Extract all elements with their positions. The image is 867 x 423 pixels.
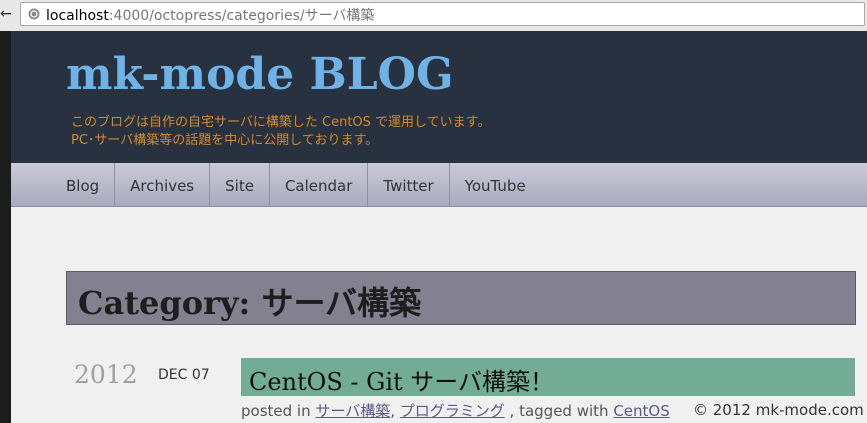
url-field[interactable]: localhost:4000/octopress/categories/サーバ構… bbox=[20, 2, 865, 26]
site-header: mk-mode BLOG このブログは自作の自宅サーバに構築した CentOS … bbox=[11, 31, 867, 163]
meta-prefix: posted in bbox=[241, 402, 316, 420]
post-year: 2012 bbox=[74, 360, 138, 389]
category-link-server[interactable]: サーバ構築 bbox=[315, 402, 390, 420]
post-title[interactable]: CentOS - Git サーバ構築！ bbox=[249, 362, 554, 397]
page: mk-mode BLOG このブログは自作の自宅サーバに構築した CentOS … bbox=[11, 31, 867, 423]
nav-item-site[interactable]: Site bbox=[209, 163, 269, 206]
subtitle-line: PC･サーバ構築等の話題を中心に公開しております。 bbox=[71, 133, 379, 148]
nav-item-blog[interactable]: Blog bbox=[66, 163, 114, 206]
nav-item-twitter[interactable]: Twitter bbox=[367, 163, 448, 206]
category-link-programming[interactable]: プログラミング bbox=[400, 402, 505, 420]
globe-icon bbox=[28, 8, 40, 20]
url-host: localhost bbox=[46, 8, 109, 24]
nav-item-youtube[interactable]: YouTube bbox=[448, 163, 541, 206]
url-text: localhost:4000/octopress/categories/サーバ構… bbox=[46, 5, 374, 25]
nav-item-calendar[interactable]: Calendar bbox=[268, 163, 367, 206]
category-heading-box: Category: サーバ構築 bbox=[66, 271, 856, 325]
nav-item-archives[interactable]: Archives bbox=[114, 163, 209, 206]
url-path: :4000/octopress/categories/サーバ構築 bbox=[108, 8, 375, 24]
site-title[interactable]: mk-mode BLOG bbox=[66, 49, 454, 100]
main-nav: Blog Archives Site Calendar Twitter YouT… bbox=[11, 163, 867, 207]
post-month-day: DEC 07 bbox=[158, 367, 210, 383]
tag-link-centos[interactable]: CentOS bbox=[613, 402, 669, 420]
window-frame bbox=[0, 31, 11, 423]
meta-tagged: , tagged with bbox=[504, 402, 614, 420]
site-subtitle: このブログは自作の自宅サーバに構築した CentOS で運用しています。 PC･… bbox=[71, 114, 490, 150]
post-meta: posted in サーバ構築, プログラミング , tagged with C… bbox=[241, 400, 670, 421]
back-arrow-icon[interactable]: ← bbox=[0, 6, 12, 22]
browser-address-bar: ← localhost:4000/octopress/categories/サー… bbox=[0, 0, 867, 32]
subtitle-line: このブログは自作の自宅サーバに構築した CentOS で運用しています。 bbox=[71, 115, 491, 130]
meta-separator: , bbox=[390, 402, 400, 420]
post-title-box: CentOS - Git サーバ構築！ bbox=[241, 358, 855, 396]
category-heading: Category: サーバ構築 bbox=[78, 284, 422, 322]
copyright: © 2012 mk-mode.com bbox=[693, 401, 864, 419]
